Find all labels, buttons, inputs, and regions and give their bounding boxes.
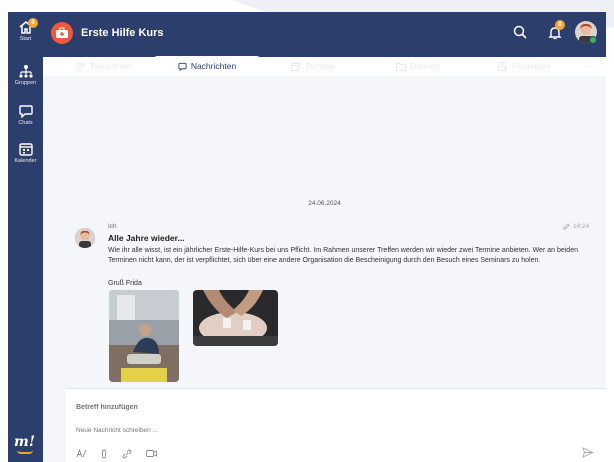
start-badge: 8 <box>28 18 38 28</box>
sidebar-item-label: Start <box>19 36 32 42</box>
form-icon <box>498 61 508 71</box>
group-title: Erste Hilfe Kurs <box>81 27 164 39</box>
app-logo: m! <box>14 434 38 454</box>
tab-label: Teilnehmer <box>90 61 132 71</box>
group-avatar[interactable] <box>51 22 73 44</box>
message-input[interactable] <box>76 427 496 434</box>
online-status-dot <box>589 36 597 44</box>
message-signature: Gruß Frida <box>108 280 142 287</box>
calendar-icon <box>18 143 33 156</box>
sidebar-item-chats[interactable]: Chats <box>8 104 43 126</box>
compose-area <box>66 388 606 462</box>
link-icon[interactable] <box>122 449 132 459</box>
message-image-2[interactable] <box>193 290 278 346</box>
groups-icon <box>18 65 33 78</box>
tab-nachrichten[interactable]: Nachrichten <box>154 56 260 76</box>
sender-avatar <box>75 228 95 248</box>
attachment-icon[interactable] <box>100 449 108 459</box>
date-separator: 24.06.2024 <box>308 200 341 207</box>
chat-icon <box>18 105 33 118</box>
message-body: Wie ihr alle wisst, ist ein jährlicher E… <box>108 247 578 264</box>
tab-teilnehmer[interactable]: Teilnehmer <box>76 56 132 76</box>
chat-icon <box>178 62 187 71</box>
people-icon <box>76 62 85 71</box>
tab-label: Nachrichten <box>190 61 237 71</box>
sidebar-item-groups[interactable]: Gruppen <box>8 64 43 86</box>
first-aid-icon <box>56 27 68 38</box>
app-window: Start 8 Gruppen Chats Kalender m! Erste … <box>8 12 606 462</box>
edit-icon[interactable] <box>563 223 570 230</box>
tab-formulare[interactable]: Formulare <box>498 56 551 76</box>
folder-icon <box>396 62 406 71</box>
sidebar-item-label: Gruppen <box>14 80 37 86</box>
sidebar-item-label: Kalender <box>14 158 37 164</box>
more-icon: ··· <box>586 61 595 71</box>
tab-label: Formulare <box>512 61 551 71</box>
tab-label: Termine <box>305 61 336 71</box>
notification-badge: 8 <box>555 20 565 30</box>
text-format-icon[interactable] <box>76 449 87 458</box>
tab-label: Dateien <box>410 61 440 71</box>
message-subject: Alle Jahre wieder... <box>108 233 185 243</box>
video-icon[interactable] <box>146 449 157 458</box>
message-timestamp: 14:24 <box>573 223 590 230</box>
subject-input[interactable] <box>76 404 496 411</box>
sidebar-item-calendar[interactable]: Kalender <box>8 142 43 164</box>
message-time: 14:24 <box>563 223 589 230</box>
send-icon[interactable] <box>582 447 594 458</box>
more-tabs-button[interactable]: ··· <box>586 56 595 76</box>
tab-dateien[interactable]: Dateien <box>396 56 439 76</box>
topbar: Erste Hilfe Kurs 8 <box>43 12 606 57</box>
message-image-1[interactable] <box>109 290 179 382</box>
message-sender: Ich <box>108 223 117 230</box>
tab-termine[interactable]: Termine <box>291 56 335 76</box>
calendar-plus-icon <box>291 62 301 71</box>
sidebar: Start 8 Gruppen Chats Kalender m! <box>8 12 43 462</box>
search-icon[interactable] <box>513 25 527 39</box>
sidebar-item-label: Chats <box>18 120 33 126</box>
